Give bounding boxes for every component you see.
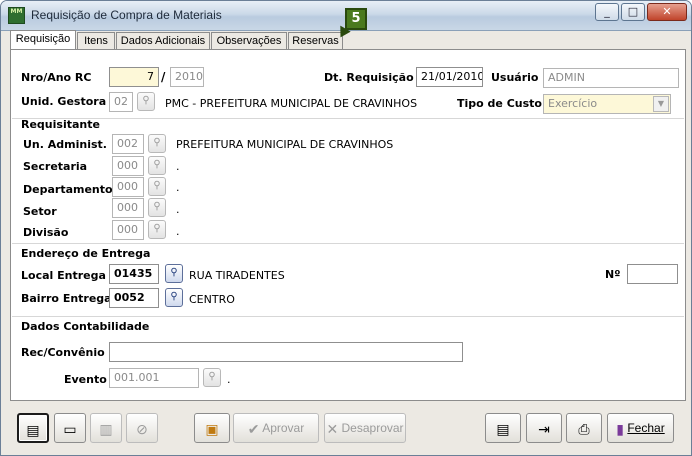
tipo-custo-select[interactable]: Exercício ▼	[543, 94, 671, 114]
export-icon: ⇥	[538, 420, 550, 437]
exit-door-icon: ▮	[616, 420, 624, 437]
bairro-entrega-name: CENTRO	[189, 293, 235, 306]
un-administ-label: Un. Administ.	[23, 138, 107, 151]
folder-alert-icon: ▣	[205, 420, 219, 437]
print-button[interactable]: ⎙	[566, 413, 602, 443]
un-administ-code[interactable]: 002	[112, 134, 144, 154]
fechar-label: Fechar	[627, 421, 665, 435]
requisitante-title: Requisitante	[21, 118, 100, 131]
setor-label: Setor	[23, 205, 57, 218]
local-entrega-code[interactable]: 01435	[109, 264, 159, 284]
tab-observacoes[interactable]: Observações	[211, 32, 287, 50]
departamento-label: Departamento	[23, 183, 113, 196]
unid-gestora-code[interactable]: 02	[109, 92, 133, 112]
numero-input[interactable]	[627, 264, 678, 284]
aprovar-button[interactable]: ✔ Aprovar	[233, 413, 319, 443]
unid-gestora-name: PMC - PREFEITURA MUNICIPAL DE CRAVINHOS	[165, 97, 418, 110]
tipo-custo-label: Tipo de Custo	[457, 97, 542, 110]
bottom-toolbar: ▤ ▭ ▥ ⊘ ▣ ✔ Aprovar ✕ Desaprovar ▤ ⇥ ⎙ ▮…	[10, 404, 686, 450]
new-document-button[interactable]: ▤	[17, 413, 49, 443]
rec-convenio-input[interactable]	[109, 342, 463, 362]
desaprovar-label: Desaprovar	[341, 421, 404, 435]
desaprovar-button[interactable]: ✕ Desaprovar	[324, 413, 406, 443]
contabilidade-title: Dados Contabilidade	[21, 320, 150, 333]
divisao-name: .	[176, 225, 180, 238]
unid-gestora-lookup-icon[interactable]: ⚲	[137, 92, 155, 111]
local-entrega-name: RUA TIRADENTES	[189, 269, 285, 282]
dt-requisicao-label: Dt. Requisição	[324, 71, 414, 84]
usuario-input[interactable]: ADMIN	[543, 68, 679, 88]
local-entrega-lookup-icon[interactable]: ⚲	[165, 264, 183, 283]
evento-lookup-icon[interactable]: ⚲	[203, 368, 221, 387]
setor-code[interactable]: 000	[112, 198, 144, 218]
numero-label: Nº	[605, 268, 621, 281]
tab-itens[interactable]: Itens	[77, 32, 115, 50]
requisicao-panel: Nro/Ano RC 7 / 2010 Dt. Requisição 21/01…	[10, 49, 686, 401]
folder-icon: ▭	[63, 420, 77, 437]
divisao-lookup-icon[interactable]: ⚲	[148, 220, 166, 239]
local-entrega-label: Local Entrega	[21, 269, 106, 282]
divisao-code[interactable]: 000	[112, 220, 144, 240]
nro-ano-label: Nro/Ano RC	[21, 71, 92, 84]
bairro-entrega-label: Bairro Entrega	[21, 292, 112, 305]
ano-input[interactable]: 2010	[170, 67, 204, 87]
unid-gestora-label: Unid. Gestora	[21, 95, 107, 108]
aprovar-label: Aprovar	[262, 421, 305, 435]
evento-code[interactable]: 001.001	[109, 368, 199, 388]
divider	[12, 243, 684, 244]
tipo-custo-value: Exercício	[548, 97, 598, 110]
dt-requisicao-input[interactable]: 21/01/2010	[416, 67, 483, 87]
divider	[12, 118, 684, 119]
setor-name: .	[176, 203, 180, 216]
app-icon: MM	[8, 7, 25, 24]
setor-lookup-icon[interactable]: ⚲	[148, 198, 166, 217]
documents-icon: ▤	[496, 420, 510, 437]
printer-icon: ⎙	[578, 420, 590, 437]
nro-ano-separator: /	[161, 70, 166, 84]
window-title: Requisição de Compra de Materiais	[31, 8, 222, 22]
tab-dados-adicionais[interactable]: Dados Adicionais	[116, 32, 210, 50]
fechar-button[interactable]: ▮ Fechar	[607, 413, 674, 443]
copy-icon: ▥	[99, 420, 113, 437]
nro-input[interactable]: 7	[109, 67, 159, 87]
evento-label: Evento	[64, 373, 107, 386]
departamento-name: .	[176, 181, 180, 194]
usuario-label: Usuário	[491, 71, 539, 84]
check-icon: ✔	[247, 420, 260, 437]
un-administ-lookup-icon[interactable]: ⚲	[148, 134, 166, 153]
maximize-button[interactable]: □	[621, 3, 645, 21]
export-button[interactable]: ⇥	[526, 413, 562, 443]
folder-alert-button[interactable]: ▣	[194, 413, 230, 443]
annotation-badge: 5	[345, 8, 367, 30]
secretaria-code[interactable]: 000	[112, 156, 144, 176]
documents-button[interactable]: ▤	[485, 413, 521, 443]
tab-requisicao[interactable]: Requisição	[10, 30, 76, 49]
endereco-title: Endereço de Entrega	[21, 247, 151, 260]
main-window: MM Requisição de Compra de Materiais _ □…	[0, 0, 692, 456]
secretaria-lookup-icon[interactable]: ⚲	[148, 156, 166, 175]
open-folder-button[interactable]: ▭	[54, 413, 86, 443]
divider	[12, 316, 684, 317]
x-icon: ✕	[326, 420, 339, 437]
chevron-down-icon[interactable]: ▼	[653, 96, 669, 112]
cancel-button[interactable]: ⊘	[126, 413, 158, 443]
secretaria-name: .	[176, 160, 180, 173]
departamento-lookup-icon[interactable]: ⚲	[148, 177, 166, 196]
bairro-entrega-code[interactable]: 0052	[109, 288, 159, 308]
close-button[interactable]: ✕	[647, 3, 687, 21]
departamento-code[interactable]: 000	[112, 177, 144, 197]
copy-button[interactable]: ▥	[90, 413, 122, 443]
evento-name: .	[227, 373, 231, 386]
new-document-icon: ▤	[26, 421, 40, 438]
un-administ-name: PREFEITURA MUNICIPAL DE CRAVINHOS	[176, 138, 394, 151]
minimize-button[interactable]: _	[595, 3, 619, 21]
secretaria-label: Secretaria	[23, 160, 88, 173]
tab-reservas[interactable]: Reservas	[288, 32, 343, 50]
divisao-label: Divisão	[23, 226, 69, 239]
bairro-entrega-lookup-icon[interactable]: ⚲	[165, 288, 183, 307]
rec-convenio-label: Rec/Convênio	[21, 346, 105, 359]
cancel-icon: ⊘	[136, 420, 148, 437]
